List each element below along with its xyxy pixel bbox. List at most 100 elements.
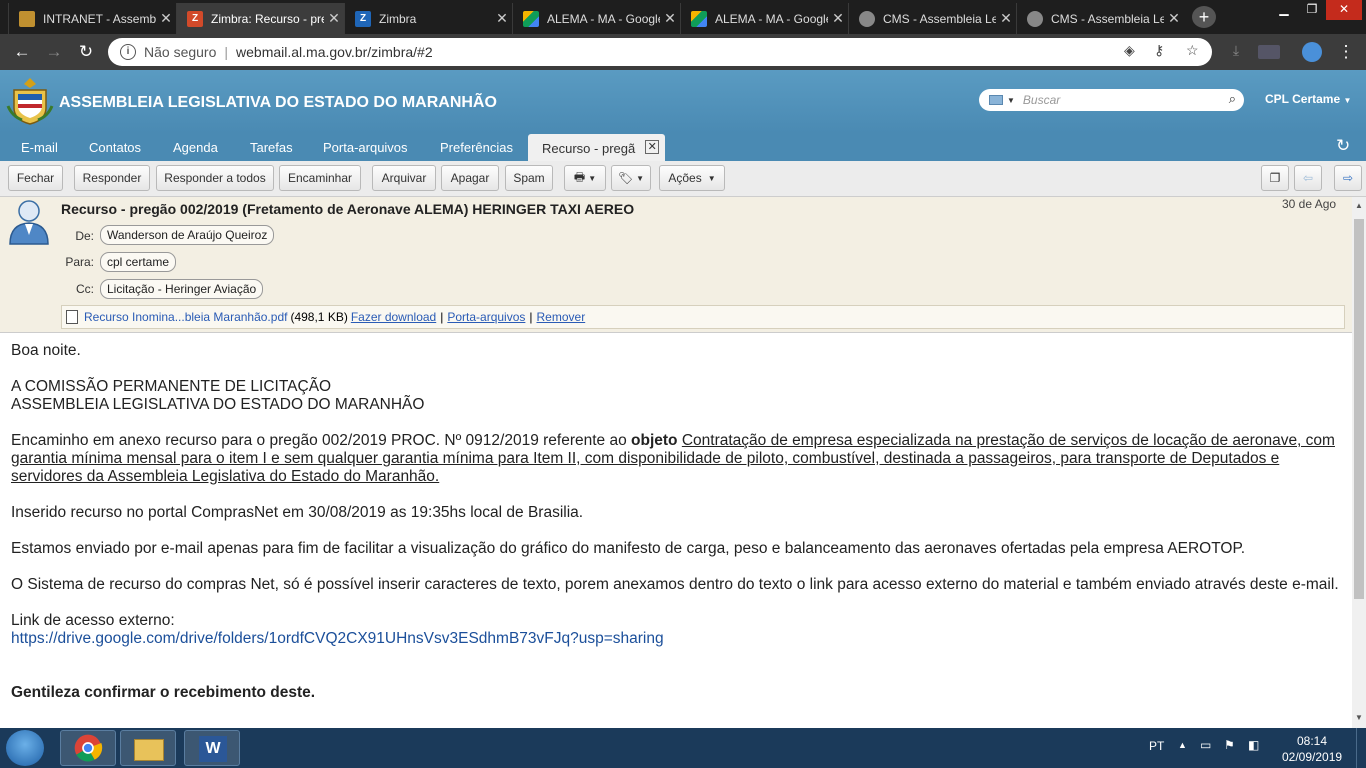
tab-title: INTRANET - Assembleia xyxy=(43,11,156,26)
close-tab-icon[interactable]: ✕ xyxy=(660,10,680,27)
from-label: De: xyxy=(75,229,94,243)
forward-icon[interactable]: → xyxy=(44,42,64,62)
tab-email[interactable]: E-mail xyxy=(21,140,58,155)
start-button[interactable] xyxy=(6,730,44,766)
search-icon[interactable]: ⌕ xyxy=(1229,91,1236,107)
close-tab-icon[interactable]: ✕ xyxy=(1164,10,1184,27)
profile-avatar[interactable] xyxy=(1302,42,1322,62)
spam-button[interactable]: Spam xyxy=(505,165,553,191)
actions-label: Ações xyxy=(668,171,702,185)
search-box[interactable]: ▼ Buscar ⌕ xyxy=(979,89,1244,111)
external-link[interactable]: https://drive.google.com/drive/folders/1… xyxy=(11,630,664,647)
user-name[interactable]: CPL Certame xyxy=(1265,92,1340,106)
chevron-down-icon[interactable]: ▼ xyxy=(1343,96,1351,105)
restore-icon[interactable]: ❐ xyxy=(1298,0,1326,20)
close-button[interactable]: Fechar xyxy=(8,165,63,191)
browser-tab-cms-1[interactable]: CMS - Assembleia Legislativa ✕ xyxy=(848,3,1016,34)
next-message-icon[interactable]: ⇨ xyxy=(1334,165,1362,191)
archive-button[interactable]: Arquivar xyxy=(372,165,436,191)
network-icon[interactable]: ▭ xyxy=(1200,738,1211,752)
tab-tasks[interactable]: Tarefas xyxy=(250,140,293,155)
explorer-taskbar-button[interactable] xyxy=(120,730,176,766)
tab-calendar[interactable]: Agenda xyxy=(173,140,218,155)
show-hidden-icons-icon[interactable]: ▲ xyxy=(1178,740,1187,750)
close-tab-icon[interactable]: ✕ xyxy=(324,10,344,27)
remove-link[interactable]: Remover xyxy=(537,310,586,324)
browser-tab-intranet[interactable]: INTRANET - Assembleia ✕ xyxy=(8,3,176,34)
to-label: Para: xyxy=(65,255,94,269)
minimize-icon[interactable]: ▁ xyxy=(1270,0,1298,20)
clock-time[interactable]: 08:14 xyxy=(1297,734,1327,748)
close-icon[interactable]: ✕ xyxy=(645,140,660,154)
flag-icon[interactable]: ⚑ xyxy=(1224,738,1235,752)
briefcase-link[interactable]: Porta-arquivos xyxy=(447,310,525,324)
download-icon[interactable]: ⤓ xyxy=(1226,42,1246,59)
print-menu-button[interactable]: 🖶 ▼ xyxy=(564,165,606,191)
attachment-name[interactable]: Recurso Inomina...bleia Maranhão.pdf xyxy=(84,310,287,324)
key-icon[interactable]: ⚷ xyxy=(1154,42,1164,59)
new-tab-button[interactable]: + xyxy=(1192,6,1216,28)
browser-tab-cms-2[interactable]: CMS - Assembleia Legislativa ✕ xyxy=(1016,3,1184,34)
tab-message-recurso[interactable]: Recurso - pregã ✕ xyxy=(528,134,666,161)
eye-icon[interactable]: ◈ xyxy=(1124,42,1135,59)
mail-search-type-icon[interactable] xyxy=(989,95,1003,105)
paragraph-purpose: Estamos enviado por e-mail apenas para f… xyxy=(11,540,1246,557)
tab-label[interactable]: Recurso - pregã xyxy=(542,141,635,156)
reload-icon[interactable]: ↻ xyxy=(76,42,96,62)
word-taskbar-button[interactable]: W xyxy=(184,730,240,766)
user-menu[interactable]: CPL Certame ▼ xyxy=(1265,92,1351,106)
globe-favicon xyxy=(859,10,875,27)
word-icon: W xyxy=(199,736,227,762)
previous-message-icon[interactable]: ⇦ xyxy=(1294,165,1322,191)
close-tab-icon[interactable]: ✕ xyxy=(156,10,176,27)
volume-icon[interactable]: ◧ xyxy=(1248,738,1259,752)
delete-button[interactable]: Apagar xyxy=(441,165,499,191)
url-text[interactable]: webmail.al.ma.gov.br/zimbra/#2 xyxy=(236,44,433,60)
browser-tab-zimbra[interactable]: Z Zimbra ✕ xyxy=(344,3,512,34)
chevron-down-icon: ▼ xyxy=(707,173,716,183)
info-icon[interactable]: i xyxy=(120,44,136,60)
search-input[interactable]: Buscar xyxy=(1023,93,1060,107)
menu-icon[interactable]: ⋮ xyxy=(1336,42,1356,62)
browser-tab-drive-1[interactable]: ALEMA - MA - Google Drive ✕ xyxy=(512,3,680,34)
to-address[interactable]: cpl certame xyxy=(100,252,177,272)
show-desktop-button[interactable] xyxy=(1356,728,1366,768)
refresh-icon[interactable]: ↻ xyxy=(1336,136,1350,156)
scroll-up-icon[interactable]: ▲ xyxy=(1355,201,1363,210)
open-in-window-icon[interactable]: ❐ xyxy=(1261,165,1289,191)
forward-button[interactable]: Encaminhar xyxy=(279,165,361,191)
tab-contacts[interactable]: Contatos xyxy=(89,140,141,155)
intranet-favicon xyxy=(19,10,35,27)
language-indicator[interactable]: PT xyxy=(1149,739,1164,753)
close-window-icon[interactable]: ✕ xyxy=(1326,0,1362,20)
cc-address[interactable]: Licitação - Heringer Aviação xyxy=(100,279,264,299)
coat-of-arms-logo xyxy=(6,78,54,125)
omnibox[interactable]: i Não seguro | webmail.al.ma.gov.br/zimb… xyxy=(108,38,1212,66)
browser-tab-drive-2[interactable]: ALEMA - MA - Google Drive ✕ xyxy=(680,3,848,34)
message-date: 30 de Ago xyxy=(1282,197,1337,211)
tag-menu-button[interactable]: 🏷 ▼ xyxy=(611,165,651,191)
paragraph-comprasnet: Inserido recurso no portal ComprasNet em… xyxy=(11,504,584,521)
reply-all-button[interactable]: Responder a todos xyxy=(156,165,274,191)
tab-preferences[interactable]: Preferências xyxy=(440,140,513,155)
close-tab-icon[interactable]: ✕ xyxy=(828,10,848,27)
tab-briefcase[interactable]: Porta-arquivos xyxy=(323,140,408,155)
from-address[interactable]: Wanderson de Araújo Queiroz xyxy=(100,225,275,245)
back-icon[interactable]: ← xyxy=(12,42,32,62)
chevron-down-icon[interactable]: ▼ xyxy=(1007,96,1015,105)
reply-button[interactable]: Responder xyxy=(74,165,150,191)
star-icon[interactable]: ☆ xyxy=(1186,42,1199,59)
paragraph-system: O Sistema de recurso do compras Net, só … xyxy=(11,576,1339,593)
clock-date[interactable]: 02/09/2019 xyxy=(1282,750,1342,764)
chrome-icon xyxy=(74,734,103,762)
close-tab-icon[interactable]: ✕ xyxy=(492,10,512,27)
scroll-down-icon[interactable]: ▼ xyxy=(1355,713,1363,722)
actions-menu-button[interactable]: Ações ▼ xyxy=(659,165,725,191)
extension-icon[interactable] xyxy=(1258,45,1280,59)
download-link[interactable]: Fazer download xyxy=(351,310,436,324)
scrollbar-thumb[interactable] xyxy=(1354,219,1364,599)
vertical-scrollbar[interactable]: ▲ ▼ xyxy=(1352,197,1366,728)
chrome-taskbar-button[interactable] xyxy=(60,730,116,766)
browser-tab-zimbra-recurso[interactable]: Z Zimbra: Recurso - pregão ✕ xyxy=(176,3,344,34)
close-tab-icon[interactable]: ✕ xyxy=(996,10,1016,27)
